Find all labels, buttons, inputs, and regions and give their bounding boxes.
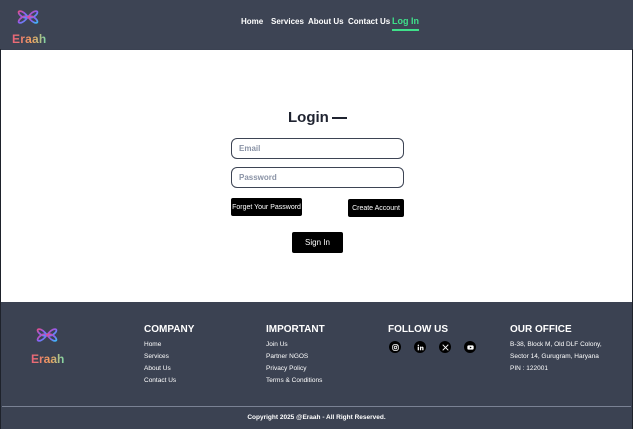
nav-services[interactable]: Services bbox=[271, 17, 304, 26]
footer-link-contact-us[interactable]: Contact Us bbox=[144, 375, 194, 387]
login-title: Login bbox=[288, 109, 329, 126]
footer-brand-name: Eraah bbox=[31, 352, 65, 366]
office-pin: PIN : 122001 bbox=[510, 365, 548, 372]
copyright-text: Copyright 2025 @Eraah - All Right Reserv… bbox=[247, 414, 386, 421]
footer-link-home[interactable]: Home bbox=[144, 339, 194, 351]
nav-home[interactable]: Home bbox=[241, 17, 263, 26]
linkedin-icon[interactable] bbox=[414, 341, 426, 353]
forgot-password-button[interactable]: Forget Your Password bbox=[231, 198, 302, 216]
nav-about-us[interactable]: About Us bbox=[308, 17, 344, 26]
footer-divider bbox=[2, 406, 631, 407]
footer-link-partner-ngos[interactable]: Partner NGOS bbox=[266, 351, 325, 363]
footer-follow-column: FOLLOW US bbox=[388, 324, 476, 353]
site-footer: Eraah COMPANY Home Services About Us Con… bbox=[1, 302, 632, 429]
office-address-line-2: Sector 14, Gurugram, Haryana bbox=[510, 353, 599, 360]
brand-logo[interactable]: Eraah bbox=[12, 4, 46, 46]
footer-company-heading: COMPANY bbox=[144, 324, 195, 335]
footer-follow-heading: FOLLOW US bbox=[388, 324, 448, 335]
email-input[interactable] bbox=[231, 138, 404, 159]
sign-in-button[interactable]: Sign In bbox=[292, 232, 343, 253]
site-header: Eraah Home Services About Us Contact Us … bbox=[0, 0, 633, 49]
nav-contact-us[interactable]: Contact Us bbox=[348, 17, 390, 26]
footer-important-column: IMPORTANT Join Us Partner NGOS Privacy P… bbox=[266, 324, 325, 387]
footer-company-column: COMPANY Home Services About Us Contact U… bbox=[144, 324, 194, 387]
social-links bbox=[389, 341, 476, 353]
footer-important-heading: IMPORTANT bbox=[266, 324, 325, 335]
instagram-icon[interactable] bbox=[389, 341, 401, 353]
footer-office-column: OUR OFFICE B-38, Block M, Old DLF Colony… bbox=[510, 324, 602, 375]
footer-brand-logo[interactable]: Eraah bbox=[31, 322, 67, 368]
x-icon[interactable] bbox=[439, 341, 451, 353]
nav-log-in[interactable]: Log In bbox=[392, 16, 419, 31]
footer-office-heading: OUR OFFICE bbox=[510, 324, 572, 335]
login-section: Login Forget Your Password Create Accoun… bbox=[1, 50, 632, 302]
password-input[interactable] bbox=[231, 167, 404, 188]
youtube-icon[interactable] bbox=[464, 341, 476, 353]
footer-link-terms[interactable]: Terms & Conditions bbox=[266, 375, 325, 387]
footer-link-join-us[interactable]: Join Us bbox=[266, 339, 325, 351]
title-dash-decoration bbox=[332, 117, 347, 119]
footer-link-privacy-policy[interactable]: Privacy Policy bbox=[266, 363, 325, 375]
office-address-line-1: B-38, Block M, Old DLF Colony, bbox=[510, 341, 602, 348]
logo-mark-icon bbox=[17, 10, 39, 24]
logo-mark-icon bbox=[36, 328, 58, 342]
footer-link-about-us[interactable]: About Us bbox=[144, 363, 194, 375]
brand-name: Eraah bbox=[12, 32, 47, 46]
footer-link-services[interactable]: Services bbox=[144, 351, 194, 363]
create-account-button[interactable]: Create Account bbox=[348, 199, 404, 217]
